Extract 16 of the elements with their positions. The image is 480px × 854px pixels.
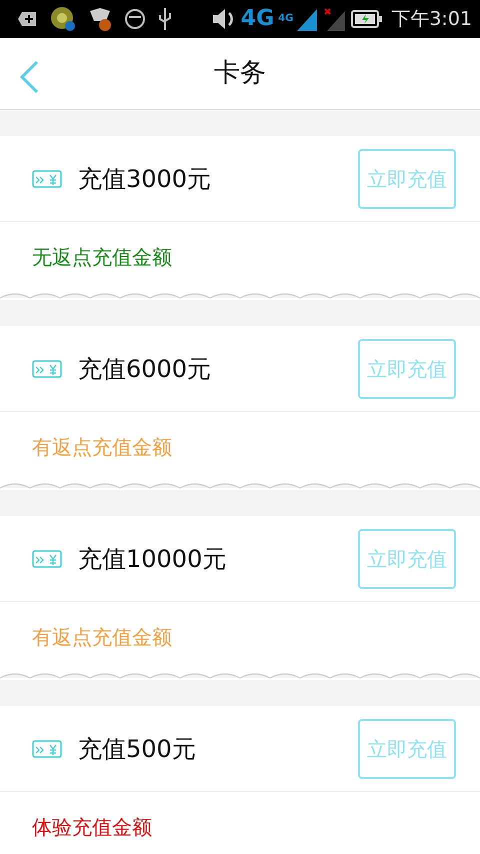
- network-label: 4G: [278, 14, 294, 24]
- clock: 下午3:01: [391, 6, 472, 32]
- recharge-amount: 充值3000元: [78, 164, 212, 194]
- page-title: 卡务: [214, 57, 266, 90]
- network-label: 4G: [240, 8, 274, 30]
- recharge-button[interactable]: 立即充值: [358, 718, 456, 778]
- recharge-button[interactable]: 立即充值: [358, 528, 456, 588]
- amount-note: 有返点充值金额: [32, 434, 172, 461]
- amount-note: 有返点充值金额: [32, 624, 172, 651]
- recharge-button[interactable]: 立即充值: [358, 338, 456, 398]
- amount-note: 体验充值金额: [32, 814, 152, 841]
- recharge-button[interactable]: 立即充值: [358, 148, 456, 208]
- recharge-amount: 充值10000元: [78, 544, 226, 574]
- recharge-amount: 充值500元: [78, 734, 196, 764]
- recharge-amount: 充值6000元: [78, 354, 212, 384]
- amount-note: 无返点充值金额: [32, 244, 172, 271]
